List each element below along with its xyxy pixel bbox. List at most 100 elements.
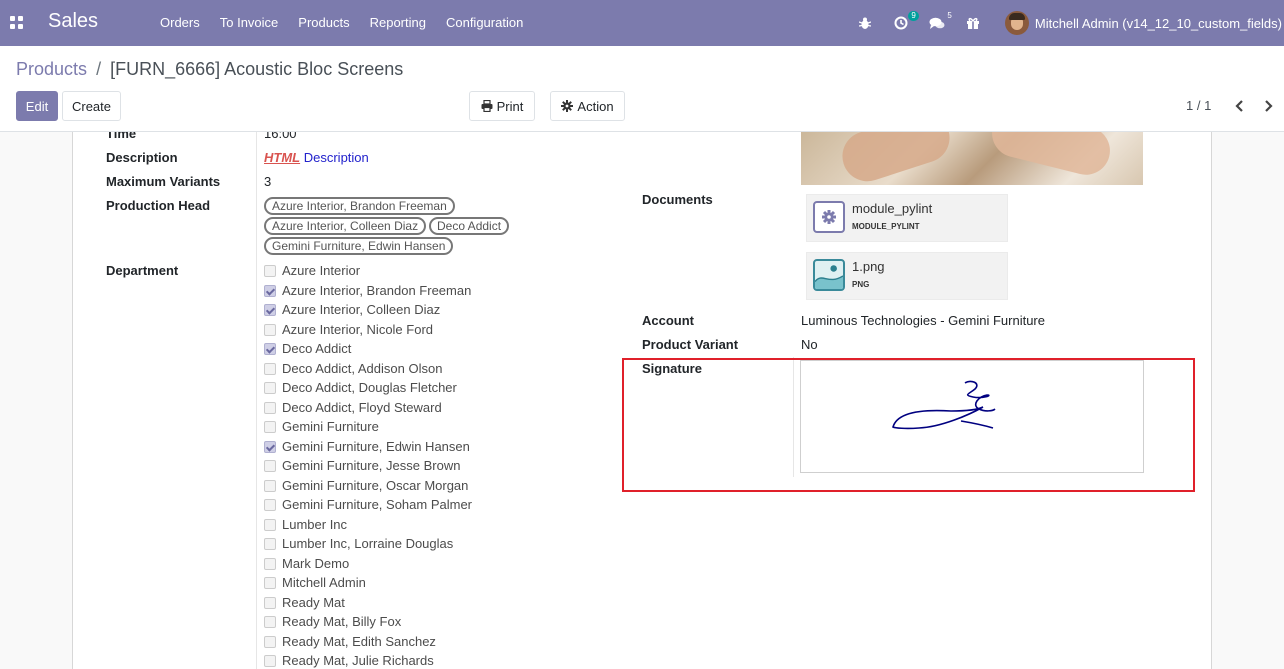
department-name: Ready Mat, Edith Sanchez <box>282 634 436 649</box>
avatar <box>1004 11 1029 35</box>
form-sheet: Time 16:00 Description HTML Description … <box>72 132 1212 669</box>
action-label: Action <box>577 98 614 114</box>
user-name: Mitchell Admin (v14_12_10_custom_fields) <box>1034 15 1282 31</box>
messages-icon[interactable]: 5 <box>925 11 952 35</box>
menu-products[interactable]: Products <box>288 15 359 30</box>
department-checkbox-row[interactable]: Azure Interior <box>264 261 360 280</box>
department-name: Lumber Inc <box>282 517 348 532</box>
department-checkbox-row[interactable]: Ready Mat, Edith Sanchez <box>264 632 436 651</box>
department-checkbox-row[interactable]: Mitchell Admin <box>264 573 366 592</box>
department-checkbox-row[interactable]: Azure Interior, Nicole Ford <box>264 320 433 339</box>
department-checkbox-row[interactable]: Deco Addict, Douglas Fletcher <box>264 378 457 397</box>
production-head-tag[interactable]: Gemini Furniture, Edwin Hansen <box>264 237 454 255</box>
gift-icon[interactable] <box>961 11 985 35</box>
checkbox[interactable] <box>264 362 276 375</box>
department-name: Gemini Furniture, Soham Palmer <box>282 497 473 512</box>
checkbox[interactable] <box>264 440 276 453</box>
account-value: Luminous Technologies - Gemini Furniture <box>801 313 1045 328</box>
print-icon <box>481 100 493 112</box>
checkbox[interactable] <box>264 303 276 316</box>
document-card[interactable]: 1.png PNG <box>806 252 1008 300</box>
action-button[interactable]: Action <box>550 91 625 121</box>
department-name: Deco Addict, Floyd Steward <box>282 400 442 415</box>
checkbox[interactable] <box>264 596 276 609</box>
user-menu[interactable]: Mitchell Admin (v14_12_10_custom_fields) <box>1004 11 1282 35</box>
production-head-tag[interactable]: Deco Addict <box>429 217 510 235</box>
department-checkbox-row[interactable]: Azure Interior, Brandon Freeman <box>264 281 471 300</box>
systray: 9 5 Mitchell Admin (v14_12_10_custom_fie… <box>853 0 1284 46</box>
app-name[interactable]: Sales <box>48 10 98 33</box>
top-navbar: Sales Orders To Invoice Products Reporti… <box>0 0 1284 46</box>
checkbox[interactable] <box>264 654 276 667</box>
department-checkbox-row[interactable]: Gemini Furniture, Jesse Brown <box>264 456 460 475</box>
signature-label: Signature <box>642 361 702 376</box>
description-html-link[interactable]: HTML <box>264 150 300 165</box>
breadcrumb-current: [FURN_6666] Acoustic Bloc Screens <box>110 59 404 79</box>
department-checkbox-row[interactable]: Gemini Furniture, Soham Palmer <box>264 495 472 514</box>
activity-clock-icon[interactable]: 9 <box>889 11 919 35</box>
department-name: Deco Addict <box>282 341 352 356</box>
pager-previous-icon[interactable] <box>1233 98 1247 114</box>
print-label: Print <box>496 98 524 114</box>
max-variants-value: 3 <box>264 174 272 189</box>
edit-button[interactable]: Edit <box>16 91 58 121</box>
department-checkbox-row[interactable]: Mark Demo <box>264 554 349 573</box>
checkbox[interactable] <box>264 479 276 492</box>
main-menu: Orders To Invoice Products Reporting Con… <box>150 15 533 30</box>
menu-reporting[interactable]: Reporting <box>360 15 436 30</box>
document-card[interactable]: module_pylint MODULE_PYLINT <box>806 194 1008 242</box>
department-checkbox-row[interactable]: Ready Mat <box>264 593 345 612</box>
department-checkbox-row[interactable]: Deco Addict <box>264 339 351 358</box>
checkbox[interactable] <box>264 264 276 277</box>
document-name: 1.png <box>852 259 885 274</box>
description-text[interactable]: Description <box>304 150 369 165</box>
checkbox[interactable] <box>264 381 276 394</box>
department-checkbox-row[interactable]: Ready Mat, Julie Richards <box>264 651 434 669</box>
breadcrumb-products-link[interactable]: Products <box>16 59 87 79</box>
department-checkbox-row[interactable]: Azure Interior, Colleen Diaz <box>264 300 440 319</box>
create-button[interactable]: Create <box>62 91 121 121</box>
production-head-label: Production Head <box>106 198 211 213</box>
gear-icon <box>561 100 574 112</box>
max-variants-label: Maximum Variants <box>106 174 221 189</box>
department-checkbox-row[interactable]: Deco Addict, Floyd Steward <box>264 398 442 417</box>
department-checkbox-row[interactable]: Gemini Furniture, Edwin Hansen <box>264 437 470 456</box>
apps-menu-icon[interactable] <box>10 16 23 29</box>
checkbox[interactable] <box>264 459 276 472</box>
checkbox[interactable] <box>264 401 276 414</box>
menu-orders[interactable]: Orders <box>150 15 210 30</box>
checkbox[interactable] <box>264 615 276 628</box>
checkbox[interactable] <box>264 518 276 531</box>
checkbox[interactable] <box>264 557 276 570</box>
checkbox[interactable] <box>264 635 276 648</box>
production-head-tag[interactable]: Azure Interior, Brandon Freeman <box>264 197 455 215</box>
production-head-tag[interactable]: Azure Interior, Colleen Diaz <box>264 217 427 235</box>
department-checkbox-row[interactable]: Gemini Furniture <box>264 417 379 436</box>
print-button[interactable]: Print <box>469 91 535 121</box>
department-checkbox-row[interactable]: Deco Addict, Addison Olson <box>264 359 442 378</box>
checkbox[interactable] <box>264 342 276 355</box>
menu-configuration[interactable]: Configuration <box>436 15 533 30</box>
product-variant-label: Product Variant <box>642 337 739 352</box>
checkbox[interactable] <box>264 537 276 550</box>
department-checkbox-row[interactable]: Lumber Inc <box>264 515 347 534</box>
department-checkbox-row[interactable]: Ready Mat, Billy Fox <box>264 612 401 631</box>
department-name: Azure Interior <box>282 263 361 278</box>
department-name: Azure Interior, Nicole Ford <box>282 322 434 337</box>
product-image[interactable] <box>801 132 1143 185</box>
breadcrumb: Products / [FURN_6666] Acoustic Bloc Scr… <box>16 59 403 80</box>
document-extension: MODULE_PYLINT <box>852 222 920 231</box>
checkbox[interactable] <box>264 420 276 433</box>
document-name: module_pylint <box>852 201 933 216</box>
department-checkbox-row[interactable]: Gemini Furniture, Oscar Morgan <box>264 476 468 495</box>
checkbox[interactable] <box>264 498 276 511</box>
pager-value[interactable]: 1 / 1 <box>1186 98 1211 113</box>
bug-icon[interactable] <box>853 11 877 35</box>
signature-box[interactable] <box>800 360 1144 473</box>
department-checkbox-row[interactable]: Lumber Inc, Lorraine Douglas <box>264 534 453 553</box>
menu-to-invoice[interactable]: To Invoice <box>210 15 289 30</box>
checkbox[interactable] <box>264 284 276 297</box>
pager-next-icon[interactable] <box>1261 98 1275 114</box>
checkbox[interactable] <box>264 576 276 589</box>
checkbox[interactable] <box>264 323 276 336</box>
